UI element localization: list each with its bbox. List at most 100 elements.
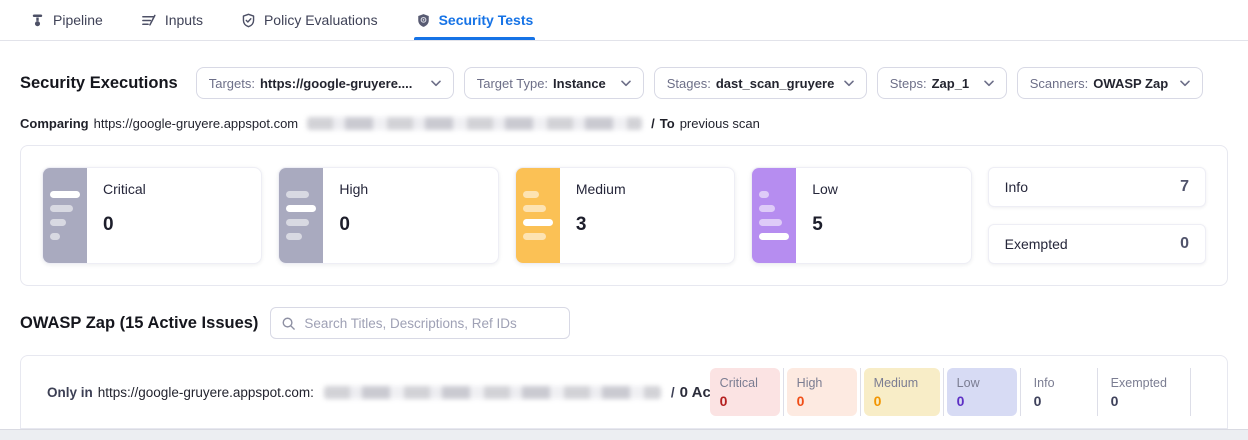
pipeline-icon xyxy=(30,13,45,28)
dropdown-label: Stages: xyxy=(667,76,711,91)
chip-exempted: Exempted 0 xyxy=(1101,368,1187,416)
chip-count: 0 xyxy=(874,393,930,409)
filters-row: Security Executions Targets: https://goo… xyxy=(20,67,1228,99)
chip-label: Low xyxy=(957,376,1007,390)
severity-count: 3 xyxy=(576,214,626,236)
severity-label: Low xyxy=(812,181,838,197)
search-input[interactable] xyxy=(304,316,559,331)
dropdown-value: OWASP Zap xyxy=(1093,76,1168,91)
dropdown-label: Scanners: xyxy=(1030,76,1089,91)
steps-dropdown[interactable]: Steps: Zap_1 xyxy=(877,67,1007,99)
severity-card-critical[interactable]: Critical 0 xyxy=(42,167,262,264)
chip-label: Medium xyxy=(874,376,930,390)
dropdown-value: dast_scan_gruyere xyxy=(716,76,834,91)
dropdown-label: Target Type: xyxy=(477,76,548,91)
tab-label: Pipeline xyxy=(53,12,103,28)
chip-count: 0 xyxy=(797,393,847,409)
page-title: Security Executions xyxy=(20,74,178,93)
only-in-url: https://google-gruyere.appspot.com: xyxy=(98,385,314,400)
exempted-card[interactable]: Exempted 0 xyxy=(988,224,1206,264)
chip-label: High xyxy=(797,376,847,390)
issues-header-row: OWASP Zap (15 Active Issues) xyxy=(20,307,1228,339)
dropdown-value: Zap_1 xyxy=(932,76,970,91)
chip-divider xyxy=(1190,368,1191,416)
chip-count: 0 xyxy=(1034,393,1084,409)
tab-inputs[interactable]: Inputs xyxy=(141,0,203,40)
comparing-separator: / xyxy=(651,116,655,131)
stages-dropdown[interactable]: Stages: dast_scan_gruyere xyxy=(654,67,867,99)
tab-pipeline[interactable]: Pipeline xyxy=(30,0,103,40)
issues-search-box xyxy=(270,307,570,339)
only-in-comparison-row[interactable]: Only in https://google-gruyere.appspot.c… xyxy=(20,355,1228,429)
side-cards-column: Info 7 Exempted 0 xyxy=(988,167,1206,264)
comparing-label: Comparing xyxy=(20,116,89,131)
chip-medium: Medium 0 xyxy=(864,368,940,416)
chip-count: 0 xyxy=(1111,393,1177,409)
info-label: Info xyxy=(1005,179,1028,195)
severity-level-icon xyxy=(752,168,796,263)
chip-divider xyxy=(1097,368,1098,416)
chip-label: Critical xyxy=(720,376,770,390)
tab-label: Security Tests xyxy=(439,12,534,28)
chip-critical: Critical 0 xyxy=(710,368,780,416)
policy-shield-check-icon xyxy=(241,13,256,28)
dropdown-label: Steps: xyxy=(890,76,927,91)
only-in-label: Only in xyxy=(47,385,93,400)
severity-card-low[interactable]: Low 5 xyxy=(751,167,971,264)
chip-label: Exempted xyxy=(1111,376,1177,390)
only-in-text: Only in https://google-gruyere.appspot.c… xyxy=(47,384,710,401)
chevron-down-icon xyxy=(1170,80,1190,87)
tab-security-tests[interactable]: Security Tests xyxy=(416,0,534,40)
exempted-label: Exempted xyxy=(1005,236,1068,252)
chevron-down-icon xyxy=(834,80,854,87)
severity-level-icon xyxy=(279,168,323,263)
severity-label: Medium xyxy=(576,181,626,197)
severity-count: 5 xyxy=(812,214,838,236)
info-count: 7 xyxy=(1180,178,1189,196)
targets-dropdown[interactable]: Targets: https://google-gruyere.... xyxy=(196,67,454,99)
severity-card-medium[interactable]: Medium 3 xyxy=(515,167,735,264)
severity-card-high[interactable]: High 0 xyxy=(278,167,498,264)
inputs-icon xyxy=(141,13,157,28)
severity-count: 0 xyxy=(103,214,146,236)
tab-policy-evaluations[interactable]: Policy Evaluations xyxy=(241,0,378,40)
only-in-separator: / xyxy=(671,385,675,400)
chip-divider xyxy=(860,368,861,416)
to-label: To xyxy=(660,116,675,131)
top-tab-bar: Pipeline Inputs Policy Evaluations Secur… xyxy=(0,0,1248,41)
tab-label: Inputs xyxy=(165,12,203,28)
clipped-content-strip xyxy=(0,429,1248,440)
target-type-dropdown[interactable]: Target Type: Instance xyxy=(464,67,644,99)
chip-divider xyxy=(1020,368,1021,416)
search-icon xyxy=(281,316,296,331)
severity-summary-panel: Critical 0 High 0 Medium 3 Low 5 xyxy=(20,145,1228,286)
active-issues-count: 0 Active Issues xyxy=(680,384,710,401)
scanners-dropdown[interactable]: Scanners: OWASP Zap xyxy=(1017,67,1203,99)
severity-level-icon xyxy=(43,168,87,263)
chip-divider xyxy=(783,368,784,416)
redacted-text xyxy=(307,117,642,130)
redacted-text xyxy=(324,386,661,399)
tab-label: Policy Evaluations xyxy=(264,12,378,28)
severity-label: High xyxy=(339,181,368,197)
severity-level-icon xyxy=(516,168,560,263)
chip-info: Info 0 xyxy=(1024,368,1094,416)
security-shield-icon xyxy=(416,13,431,28)
dropdown-label: Targets: xyxy=(209,76,255,91)
chip-divider xyxy=(943,368,944,416)
chevron-down-icon xyxy=(421,80,441,87)
to-value: previous scan xyxy=(680,116,760,131)
dropdown-value: Instance xyxy=(553,76,606,91)
issues-section-title: OWASP Zap (15 Active Issues) xyxy=(20,314,258,333)
severity-chip-row: Critical 0 High 0 Medium 0 Low 0 Info 0 … xyxy=(710,368,1236,416)
chip-high: High 0 xyxy=(787,368,857,416)
comparing-line: Comparing https://google-gruyere.appspot… xyxy=(20,116,1228,131)
chip-label: Info xyxy=(1034,376,1084,390)
exempted-count: 0 xyxy=(1180,235,1189,253)
comparing-url: https://google-gruyere.appspot.com xyxy=(94,116,299,131)
chip-low: Low 0 xyxy=(947,368,1017,416)
severity-label: Critical xyxy=(103,181,146,197)
chip-count: 0 xyxy=(720,393,770,409)
info-card[interactable]: Info 7 xyxy=(988,167,1206,207)
chevron-down-icon xyxy=(611,80,631,87)
